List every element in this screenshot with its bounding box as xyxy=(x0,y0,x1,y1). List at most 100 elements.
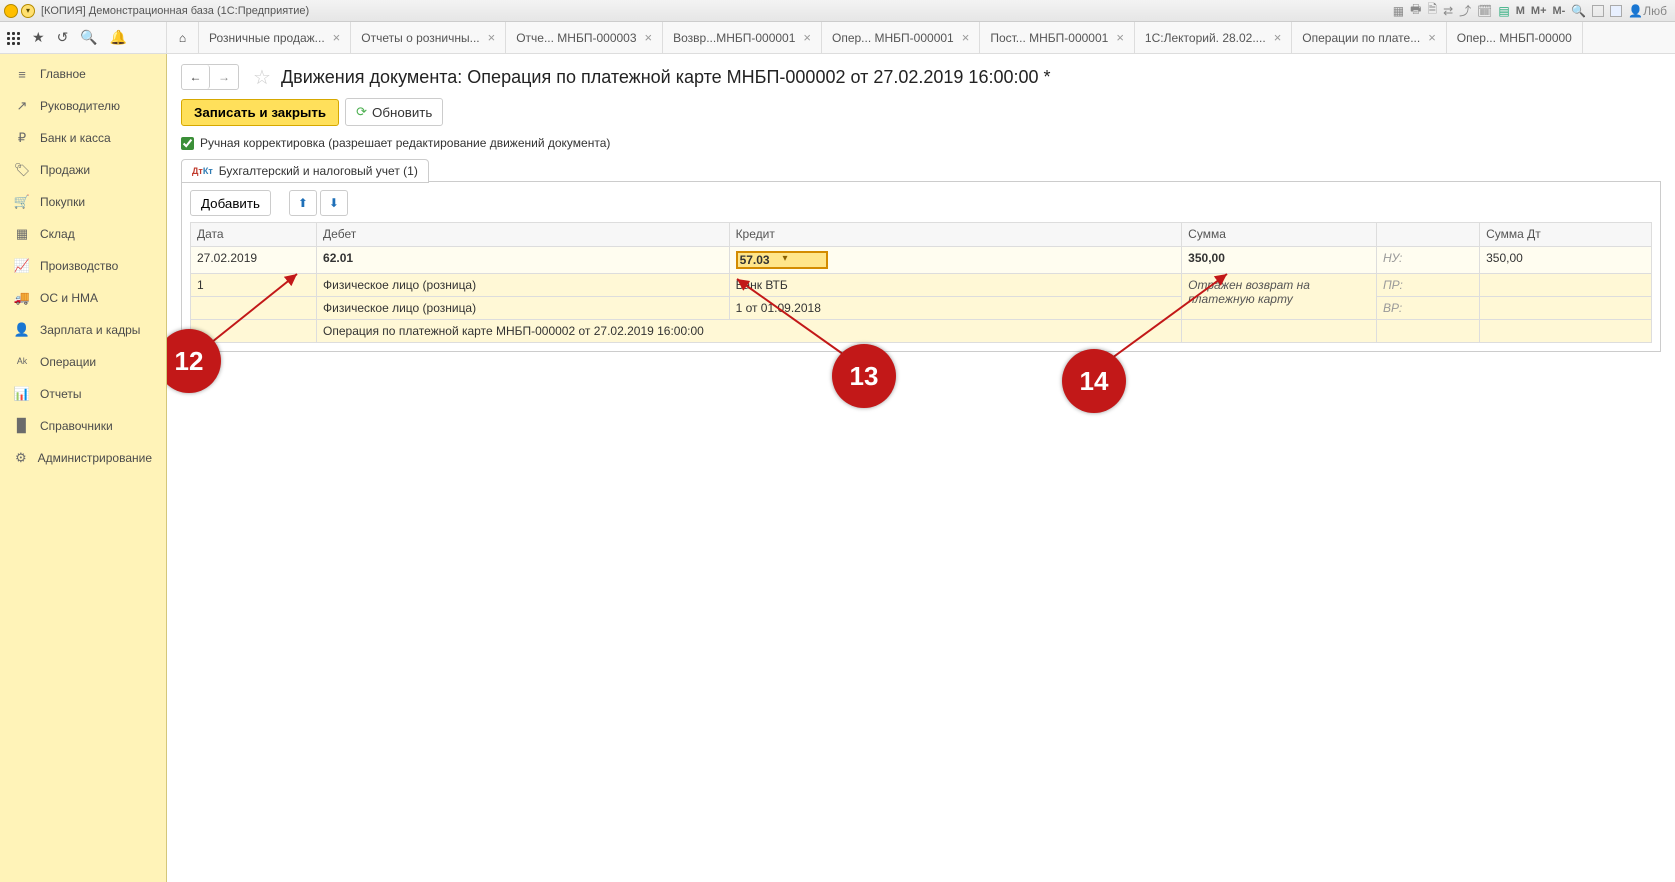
th-date[interactable]: Дата xyxy=(191,223,317,247)
calc-icon[interactable]: ▤ xyxy=(1498,4,1509,18)
cell-empty[interactable] xyxy=(1480,320,1652,343)
close-icon[interactable]: × xyxy=(488,30,496,45)
sidebar-item-bank[interactable]: ₽Банк и касса xyxy=(0,122,166,154)
cell-debit-acc[interactable]: 62.01 xyxy=(317,247,730,274)
panel1-icon[interactable] xyxy=(1592,5,1604,17)
cell-sumdt[interactable]: 350,00 xyxy=(1480,247,1652,274)
tab-2[interactable]: Отче... МНБП-000003× xyxy=(506,22,663,53)
print-icon[interactable]: 🖶 xyxy=(1410,0,1421,21)
home-tab[interactable]: ⌂ xyxy=(167,22,199,53)
tab-3[interactable]: Возвр...МНБП-000001× xyxy=(663,22,822,53)
m-icon[interactable]: M xyxy=(1516,5,1525,17)
sidebar-item-manager[interactable]: ↗Руководителю xyxy=(0,90,166,122)
truck-icon: 🚚 xyxy=(14,290,30,306)
save-close-button[interactable]: Записать и закрыть xyxy=(181,99,339,126)
sidebar-item-operations[interactable]: ᴬᵏОперации xyxy=(0,346,166,378)
sidebar-item-warehouse[interactable]: ▦Склад xyxy=(0,218,166,250)
cell-lineno[interactable]: 1 xyxy=(191,274,317,297)
cell-empty[interactable] xyxy=(1480,297,1652,320)
sidebar-item-hr[interactable]: 👤Зарплата и кадры xyxy=(0,314,166,346)
user-icon[interactable]: 👤Люб xyxy=(1628,4,1667,18)
cell-sum-note[interactable]: Отражен возврат на платежную карту xyxy=(1182,274,1377,320)
dropdown-icon[interactable]: ▾ xyxy=(783,253,788,264)
grid-icon[interactable]: ▦ xyxy=(1393,4,1404,18)
search-icon[interactable]: 🔍 xyxy=(80,29,97,46)
sidebar-item-production[interactable]: 📈Производство xyxy=(0,250,166,282)
history-icon[interactable]: ↺ xyxy=(57,29,69,46)
apps-icon[interactable] xyxy=(6,31,20,45)
cell-pr[interactable]: ПР: xyxy=(1376,274,1479,297)
sidebar-item-purchases[interactable]: 🛒Покупки xyxy=(0,186,166,218)
tab-7[interactable]: Операции по плате...× xyxy=(1292,22,1447,53)
tab-0[interactable]: Розничные продаж...× xyxy=(199,22,351,53)
cell-empty[interactable] xyxy=(191,320,317,343)
close-icon[interactable]: × xyxy=(1116,30,1124,45)
bell-icon[interactable]: 🔔 xyxy=(110,29,127,46)
calendar-icon[interactable]: 🗓 xyxy=(1477,4,1492,18)
sidebar-item-assets[interactable]: 🚚ОС и НМА xyxy=(0,282,166,314)
cell-credit-acc[interactable]: 57.03▾ xyxy=(729,247,1182,274)
manual-edit-checkbox[interactable] xyxy=(181,137,194,150)
refresh-button[interactable]: ⟳Обновить xyxy=(345,98,443,126)
th-debit[interactable]: Дебет xyxy=(317,223,730,247)
close-icon[interactable]: × xyxy=(1274,30,1282,45)
annotation-14: 14 xyxy=(1062,349,1126,413)
nav-forward-button[interactable]: → xyxy=(210,65,238,89)
doc-icon[interactable]: 🗎 xyxy=(1427,0,1437,21)
add-button[interactable]: Добавить xyxy=(190,190,271,216)
move-up-button[interactable]: ⬆ xyxy=(289,190,317,216)
mminus-icon[interactable]: M- xyxy=(1553,5,1566,17)
table-row[interactable]: 1 Физическое лицо (розница) Банк ВТБ Отр… xyxy=(191,274,1652,297)
cell-sum[interactable]: 350,00 xyxy=(1182,247,1377,274)
tab-4[interactable]: Опер... МНБП-000001× xyxy=(822,22,980,53)
page-title: Движения документа: Операция по платежно… xyxy=(281,67,1051,88)
compare-icon[interactable]: ⇄ xyxy=(1443,4,1453,18)
cell-debit-1[interactable]: Физическое лицо (розница) xyxy=(317,274,730,297)
th-sum[interactable]: Сумма xyxy=(1182,223,1377,247)
cell-debit-2[interactable]: Физическое лицо (розница) xyxy=(317,297,730,320)
sidebar-label: Операции xyxy=(40,355,96,369)
cell-empty[interactable] xyxy=(1182,320,1377,343)
dropdown-icon[interactable]: ▾ xyxy=(21,4,35,18)
cell-empty[interactable] xyxy=(191,297,317,320)
cell-credit-1[interactable]: Банк ВТБ xyxy=(729,274,1182,297)
favorite-star-icon[interactable]: ☆ xyxy=(253,65,271,90)
sidebar-item-admin[interactable]: ⚙Администрирование xyxy=(0,442,166,474)
table-row[interactable]: 27.02.2019 62.01 57.03▾ 350,00 НУ: 350,0… xyxy=(191,247,1652,274)
th-sumdt[interactable]: Сумма Дт xyxy=(1480,223,1652,247)
cell-vr[interactable]: ВР: xyxy=(1376,297,1479,320)
cell-credit-2[interactable]: 1 от 01.09.2018 xyxy=(729,297,1182,320)
close-icon[interactable]: × xyxy=(803,30,811,45)
sidebar-item-main[interactable]: ≡Главное xyxy=(0,58,166,90)
tab-5[interactable]: Пост... МНБП-000001× xyxy=(980,22,1135,53)
table-row[interactable]: Физическое лицо (розница) 1 от 01.09.201… xyxy=(191,297,1652,320)
cell-empty[interactable] xyxy=(1376,320,1479,343)
nav-back-button[interactable]: ← xyxy=(182,65,210,89)
cell-empty[interactable] xyxy=(1480,274,1652,297)
close-icon[interactable]: × xyxy=(1428,30,1436,45)
star-icon[interactable]: ★ xyxy=(32,29,45,46)
sidebar-item-reports[interactable]: 📊Отчеты xyxy=(0,378,166,410)
tab-8[interactable]: Опер... МНБП-00000 xyxy=(1447,22,1583,53)
sidebar-label: Руководителю xyxy=(40,99,120,113)
export-icon[interactable]: ⤴ xyxy=(1459,2,1471,19)
close-icon[interactable]: × xyxy=(962,30,970,45)
mplus-icon[interactable]: M+ xyxy=(1531,5,1547,17)
sidebar-label: Зарплата и кадры xyxy=(40,323,140,337)
sidebar-item-sales[interactable]: 🏷Продажи xyxy=(0,154,166,186)
sidebar-item-catalogs[interactable]: ▉Справочники xyxy=(0,410,166,442)
close-icon[interactable]: × xyxy=(645,30,653,45)
close-icon[interactable]: × xyxy=(333,30,341,45)
cell-nu[interactable]: НУ: xyxy=(1376,247,1479,274)
table-row[interactable]: Операция по платежной карте МНБП-000002 … xyxy=(191,320,1652,343)
cell-date[interactable]: 27.02.2019 xyxy=(191,247,317,274)
tab-6[interactable]: 1С:Лекторий. 28.02....× xyxy=(1135,22,1292,53)
th-credit[interactable]: Кредит xyxy=(729,223,1182,247)
th-tax[interactable] xyxy=(1376,223,1479,247)
zoom-icon[interactable]: 🔍 xyxy=(1571,4,1586,18)
move-down-button[interactable]: ⬇ xyxy=(320,190,348,216)
panel2-icon[interactable] xyxy=(1610,5,1622,17)
records-tab[interactable]: ДтКт Бухгалтерский и налоговый учет (1) xyxy=(181,159,429,183)
tab-1[interactable]: Отчеты о розничны...× xyxy=(351,22,506,53)
cell-debit-3[interactable]: Операция по платежной карте МНБП-000002 … xyxy=(317,320,1182,343)
